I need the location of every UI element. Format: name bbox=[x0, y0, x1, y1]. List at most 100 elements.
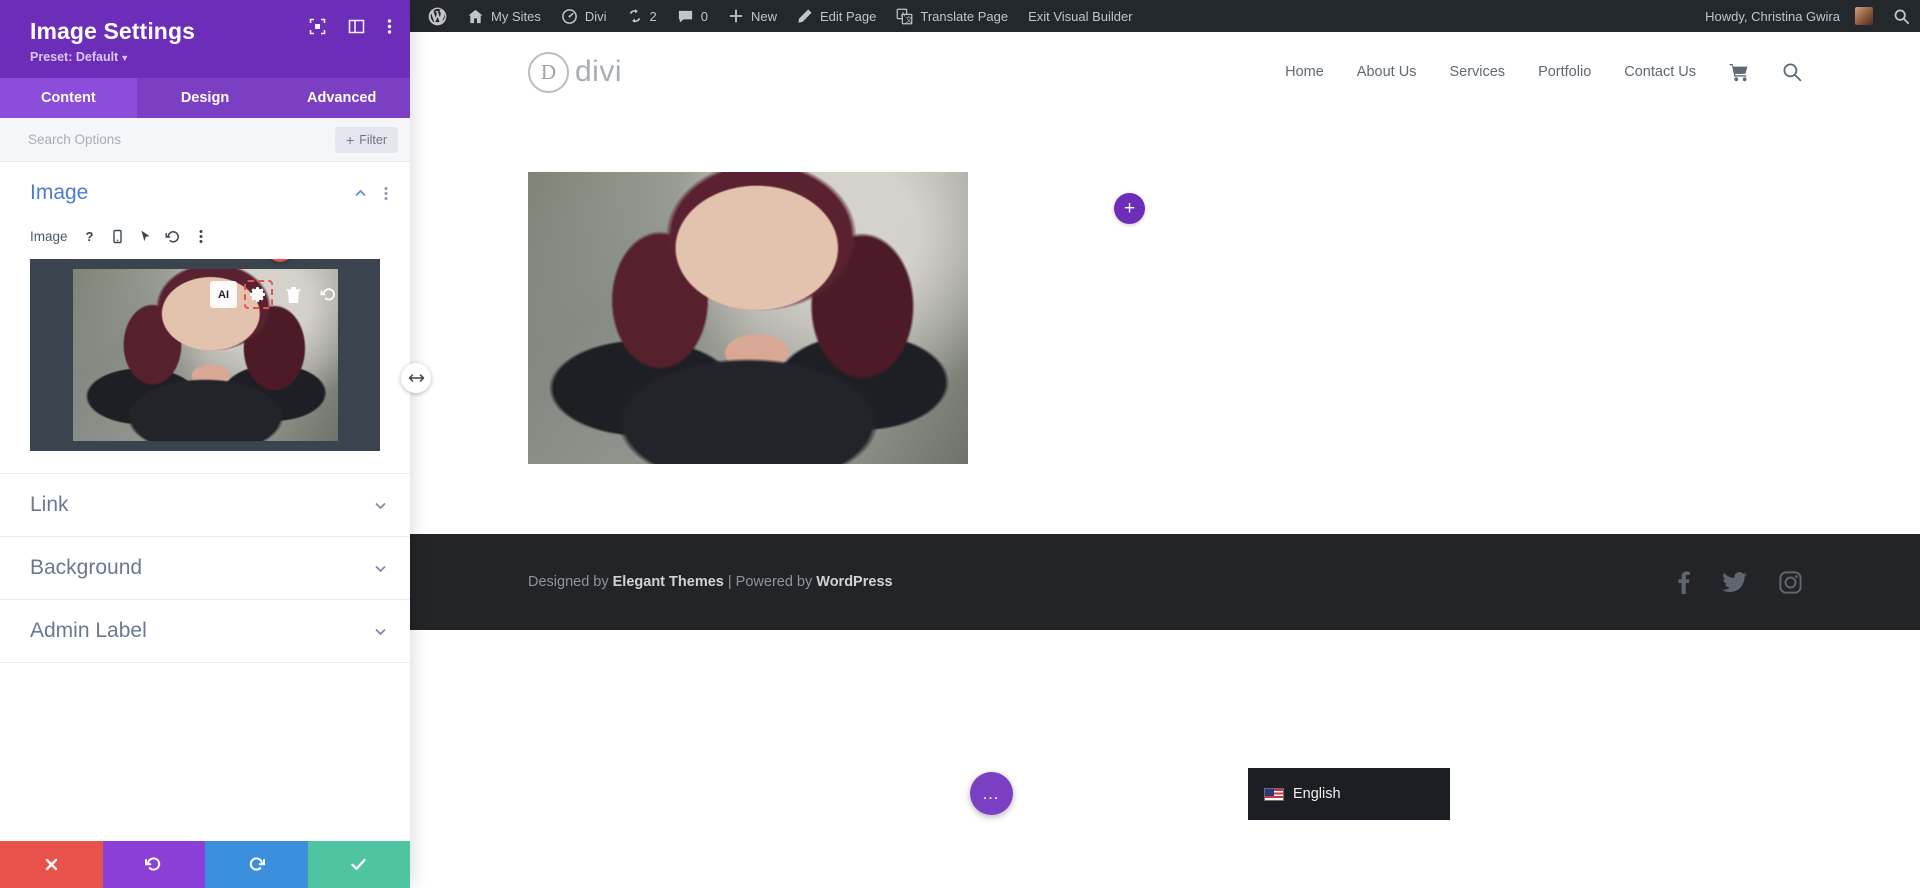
avatar bbox=[1855, 7, 1873, 25]
option-more-icon[interactable] bbox=[189, 224, 214, 249]
nav-item-about-us[interactable]: About Us bbox=[1357, 64, 1417, 80]
section-link-title: Link bbox=[30, 493, 373, 517]
my-sites-label: My Sites bbox=[491, 9, 541, 24]
account-menu[interactable]: Howdy, Christina Gwira bbox=[1695, 0, 1883, 32]
footer-brand-wordpress[interactable]: WordPress bbox=[816, 574, 892, 590]
divi-menu[interactable]: Divi bbox=[551, 0, 617, 32]
image-settings-panel: Image Settings Preset: Default▼ bbox=[0, 0, 410, 888]
settings-panel-header: Image Settings Preset: Default▼ bbox=[0, 0, 410, 78]
filter-button[interactable]: + Filter bbox=[335, 127, 398, 153]
image-preview-toolbar: AI bbox=[210, 281, 342, 308]
exit-visual-builder-link[interactable]: Exit Visual Builder bbox=[1018, 0, 1143, 32]
image-field-label: Image bbox=[30, 229, 68, 244]
language-switcher[interactable]: English bbox=[1248, 768, 1450, 820]
panel-resize-handle[interactable] bbox=[401, 363, 431, 393]
add-module-button[interactable]: + bbox=[1114, 193, 1145, 224]
image-field-label-row: Image ? bbox=[30, 224, 380, 249]
svg-text:文: 文 bbox=[906, 15, 913, 24]
section-image: Image Image ? bbox=[0, 162, 410, 474]
help-icon[interactable]: ? bbox=[77, 224, 102, 249]
settings-panel-body: Image Image ? bbox=[0, 162, 410, 841]
undo-button[interactable] bbox=[103, 841, 206, 888]
page-content-canvas: + bbox=[410, 112, 1920, 534]
twitter-icon[interactable] bbox=[1722, 572, 1747, 593]
footer-social-links bbox=[1678, 570, 1802, 594]
redo-button[interactable] bbox=[205, 841, 308, 888]
tab-advanced[interactable]: Advanced bbox=[273, 78, 410, 118]
footer-brand-elegant-themes[interactable]: Elegant Themes bbox=[613, 574, 724, 590]
plus-icon: + bbox=[346, 133, 354, 147]
image-preview[interactable]: 1 AI bbox=[30, 259, 380, 451]
site-navigation: Home About Us Services Portfolio Contact… bbox=[1285, 62, 1802, 82]
section-link-header[interactable]: Link bbox=[0, 474, 410, 536]
edit-page-link[interactable]: Edit Page bbox=[787, 0, 886, 32]
nav-item-contact-us[interactable]: Contact Us bbox=[1624, 64, 1696, 80]
admin-search-icon[interactable] bbox=[1883, 0, 1920, 32]
chevron-down-icon: ▼ bbox=[120, 53, 129, 63]
chevron-down-icon[interactable] bbox=[373, 624, 388, 639]
admin-bar-right: Howdy, Christina Gwira bbox=[1695, 0, 1920, 32]
section-admin-label: Admin Label bbox=[0, 600, 410, 663]
save-changes-button[interactable] bbox=[308, 841, 411, 888]
nav-item-portfolio[interactable]: Portfolio bbox=[1538, 64, 1591, 80]
chevron-down-icon[interactable] bbox=[373, 561, 388, 576]
filter-button-label: Filter bbox=[359, 133, 387, 147]
change-count-badge: 1 bbox=[266, 259, 294, 262]
site-header: D divi Home About Us Services Portfolio … bbox=[410, 32, 1920, 112]
comments-menu[interactable]: 0 bbox=[667, 0, 718, 32]
language-switcher-label: English bbox=[1293, 786, 1341, 802]
site-footer: Designed by Elegant Themes | Powered by … bbox=[410, 534, 1920, 630]
wp-admin-bar: My Sites Divi 2 0 New bbox=[410, 0, 1920, 32]
section-background-title: Background bbox=[30, 556, 373, 580]
reset-image-button[interactable] bbox=[315, 281, 342, 308]
cart-icon[interactable] bbox=[1729, 63, 1749, 82]
translate-page-link[interactable]: A 文 Translate Page bbox=[886, 0, 1018, 32]
search-input[interactable] bbox=[28, 132, 335, 147]
new-content-menu[interactable]: New bbox=[718, 0, 787, 32]
instagram-icon[interactable] bbox=[1779, 571, 1802, 594]
section-link: Link bbox=[0, 474, 410, 537]
section-background: Background bbox=[0, 537, 410, 600]
chevron-up-icon[interactable] bbox=[353, 186, 368, 201]
panel-more-options-icon[interactable] bbox=[387, 18, 392, 35]
panel-layout-icon[interactable] bbox=[348, 18, 365, 35]
delete-image-button[interactable] bbox=[280, 281, 307, 308]
section-image-header[interactable]: Image bbox=[0, 162, 410, 224]
responsive-mobile-icon[interactable] bbox=[105, 224, 130, 249]
updates-count: 2 bbox=[650, 9, 657, 24]
ai-generate-button[interactable]: AI bbox=[210, 281, 237, 308]
tab-content[interactable]: Content bbox=[0, 78, 137, 118]
my-sites-menu[interactable]: My Sites bbox=[457, 0, 551, 32]
image-settings-gear-button[interactable] bbox=[245, 281, 272, 308]
cancel-changes-button[interactable] bbox=[0, 841, 103, 888]
nav-item-services[interactable]: Services bbox=[1449, 64, 1505, 80]
account-greeting: Howdy, Christina Gwira bbox=[1705, 9, 1840, 24]
section-image-title: Image bbox=[30, 181, 353, 205]
wordpress-logo[interactable] bbox=[418, 0, 457, 32]
site-logo[interactable]: D divi bbox=[528, 52, 622, 93]
search-icon[interactable] bbox=[1782, 62, 1802, 82]
section-admin-label-header[interactable]: Admin Label bbox=[0, 600, 410, 662]
tab-design[interactable]: Design bbox=[137, 78, 274, 118]
edit-page-label: Edit Page bbox=[820, 9, 876, 24]
preset-selector[interactable]: Preset: Default▼ bbox=[30, 50, 388, 64]
section-background-header[interactable]: Background bbox=[0, 537, 410, 599]
page-preview: My Sites Divi 2 0 New bbox=[410, 0, 1920, 888]
image-field-group: Image ? bbox=[0, 224, 410, 473]
settings-header-icons bbox=[309, 18, 392, 35]
focus-mode-icon[interactable] bbox=[309, 18, 326, 35]
footer-prefix: Designed by bbox=[528, 574, 613, 590]
image-module[interactable] bbox=[528, 172, 968, 464]
section-image-more-icon[interactable] bbox=[384, 186, 388, 201]
visual-builder-fab[interactable]: … bbox=[970, 772, 1013, 815]
new-label: New bbox=[751, 9, 777, 24]
updates-menu[interactable]: 2 bbox=[617, 0, 667, 32]
exit-visual-builder-label: Exit Visual Builder bbox=[1028, 9, 1133, 24]
divi-logo-word: divi bbox=[575, 55, 622, 89]
reset-option-icon[interactable] bbox=[161, 224, 186, 249]
footer-credit: Designed by Elegant Themes | Powered by … bbox=[528, 574, 893, 590]
nav-item-home[interactable]: Home bbox=[1285, 64, 1324, 80]
hover-cursor-icon[interactable] bbox=[133, 224, 158, 249]
facebook-icon[interactable] bbox=[1678, 570, 1690, 594]
chevron-down-icon[interactable] bbox=[373, 498, 388, 513]
